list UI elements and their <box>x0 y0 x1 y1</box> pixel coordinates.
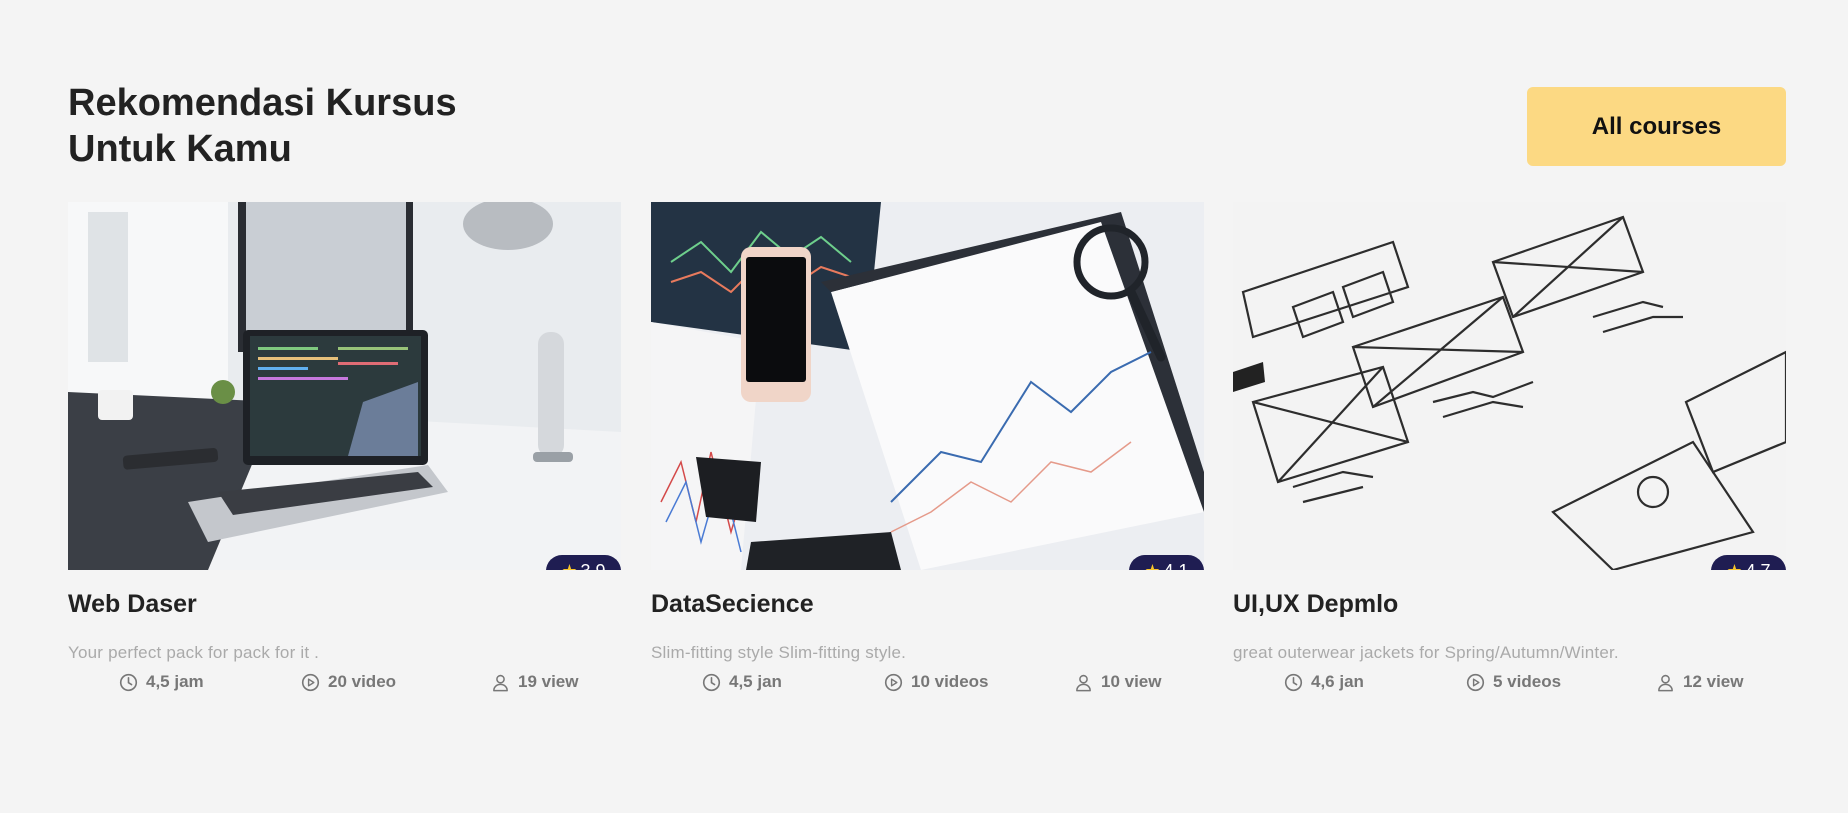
duration-text: 4,5 jan <box>729 672 782 691</box>
course-title[interactable]: Web Daser <box>68 590 197 619</box>
videos-text: 10 videos <box>911 672 989 691</box>
videos-info: 20 video <box>301 672 396 692</box>
videos-text: 5 videos <box>1493 672 1562 691</box>
course-meta: 4,5 jam 20 video 19 view <box>68 672 621 696</box>
course-card-uiux-depmlo[interactable]: ★ 4.7 UI,UX Depmlo great outerwear jacke… <box>1233 202 1786 702</box>
course-description: Slim-fitting style Slim-fitting style. <box>651 643 907 662</box>
rating-badge: ★ 4.1 <box>1129 555 1204 570</box>
duration-info: 4,5 jan <box>702 672 782 692</box>
course-card-web-daser[interactable]: ★ 3.9 Web Daser Your perfect pack for pa… <box>68 202 621 702</box>
play-circle-icon <box>1466 673 1485 691</box>
play-circle-icon <box>301 673 320 691</box>
course-meta: 4,5 jan 10 videos 10 view <box>651 672 1204 696</box>
clock-icon <box>702 673 721 691</box>
course-description: Your perfect pack for pack for it . <box>68 643 320 662</box>
videos-info: 10 videos <box>884 672 989 692</box>
user-icon <box>1658 674 1673 691</box>
course-card-list: ★ 3.9 Web Daser Your perfect pack for pa… <box>68 202 1786 722</box>
duration-info: 4,5 jam <box>119 672 204 692</box>
videos-text: 20 video <box>328 672 397 691</box>
videos-info: 5 videos <box>1466 672 1561 692</box>
views-text: 10 view <box>1101 672 1162 691</box>
course-card-datasecience[interactable]: ★ 4.1 DataSecience Slim-fitting style Sl… <box>651 202 1204 702</box>
rating-badge: ★ 4.7 <box>1711 555 1786 570</box>
views-text: 19 view <box>518 672 579 691</box>
views-info: 10 view <box>1074 672 1162 692</box>
laptop-workspace-image <box>68 202 621 570</box>
clock-icon <box>119 673 138 691</box>
course-description: great outerwear jackets for Spring/Autum… <box>1233 643 1619 662</box>
clock-icon <box>1284 673 1303 691</box>
rating-badge: ★ 3.9 <box>546 555 621 570</box>
heading-line-1: Rekomendasi Kursus <box>68 82 457 124</box>
all-courses-button[interactable]: All courses <box>1527 87 1786 166</box>
play-circle-icon <box>884 673 903 691</box>
user-icon <box>493 674 508 691</box>
course-title[interactable]: DataSecience <box>651 590 814 619</box>
course-thumbnail[interactable]: ★ 4.1 <box>651 202 1204 570</box>
views-info: 19 view <box>491 672 579 692</box>
stock-charts-desk-image <box>651 202 1204 570</box>
user-icon <box>1076 674 1091 691</box>
rating-value: 3.9 <box>581 561 606 571</box>
course-thumbnail[interactable]: ★ 3.9 <box>68 202 621 570</box>
views-info: 12 view <box>1656 672 1744 692</box>
course-meta: 4,6 jan 5 videos 12 view <box>1233 672 1786 696</box>
heading-line-2: Untuk Kamu <box>68 128 292 170</box>
star-icon: ★ <box>1144 562 1160 570</box>
rating-value: 4.7 <box>1746 561 1771 571</box>
course-recommendation-section: Rekomendasi Kursus Untuk Kamu All course… <box>0 0 1848 813</box>
star-icon: ★ <box>1726 562 1742 570</box>
course-thumbnail[interactable]: ★ 4.7 <box>1233 202 1786 570</box>
duration-info: 4,6 jan <box>1284 672 1364 692</box>
duration-text: 4,6 jan <box>1311 672 1364 691</box>
section-heading: Rekomendasi Kursus Untuk Kamu <box>68 80 457 172</box>
views-text: 12 view <box>1683 672 1744 691</box>
wireframe-sketch-image <box>1233 202 1786 570</box>
rating-value: 4.1 <box>1164 561 1189 571</box>
duration-text: 4,5 jam <box>146 672 204 691</box>
star-icon: ★ <box>561 562 577 570</box>
course-title[interactable]: UI,UX Depmlo <box>1233 590 1398 619</box>
